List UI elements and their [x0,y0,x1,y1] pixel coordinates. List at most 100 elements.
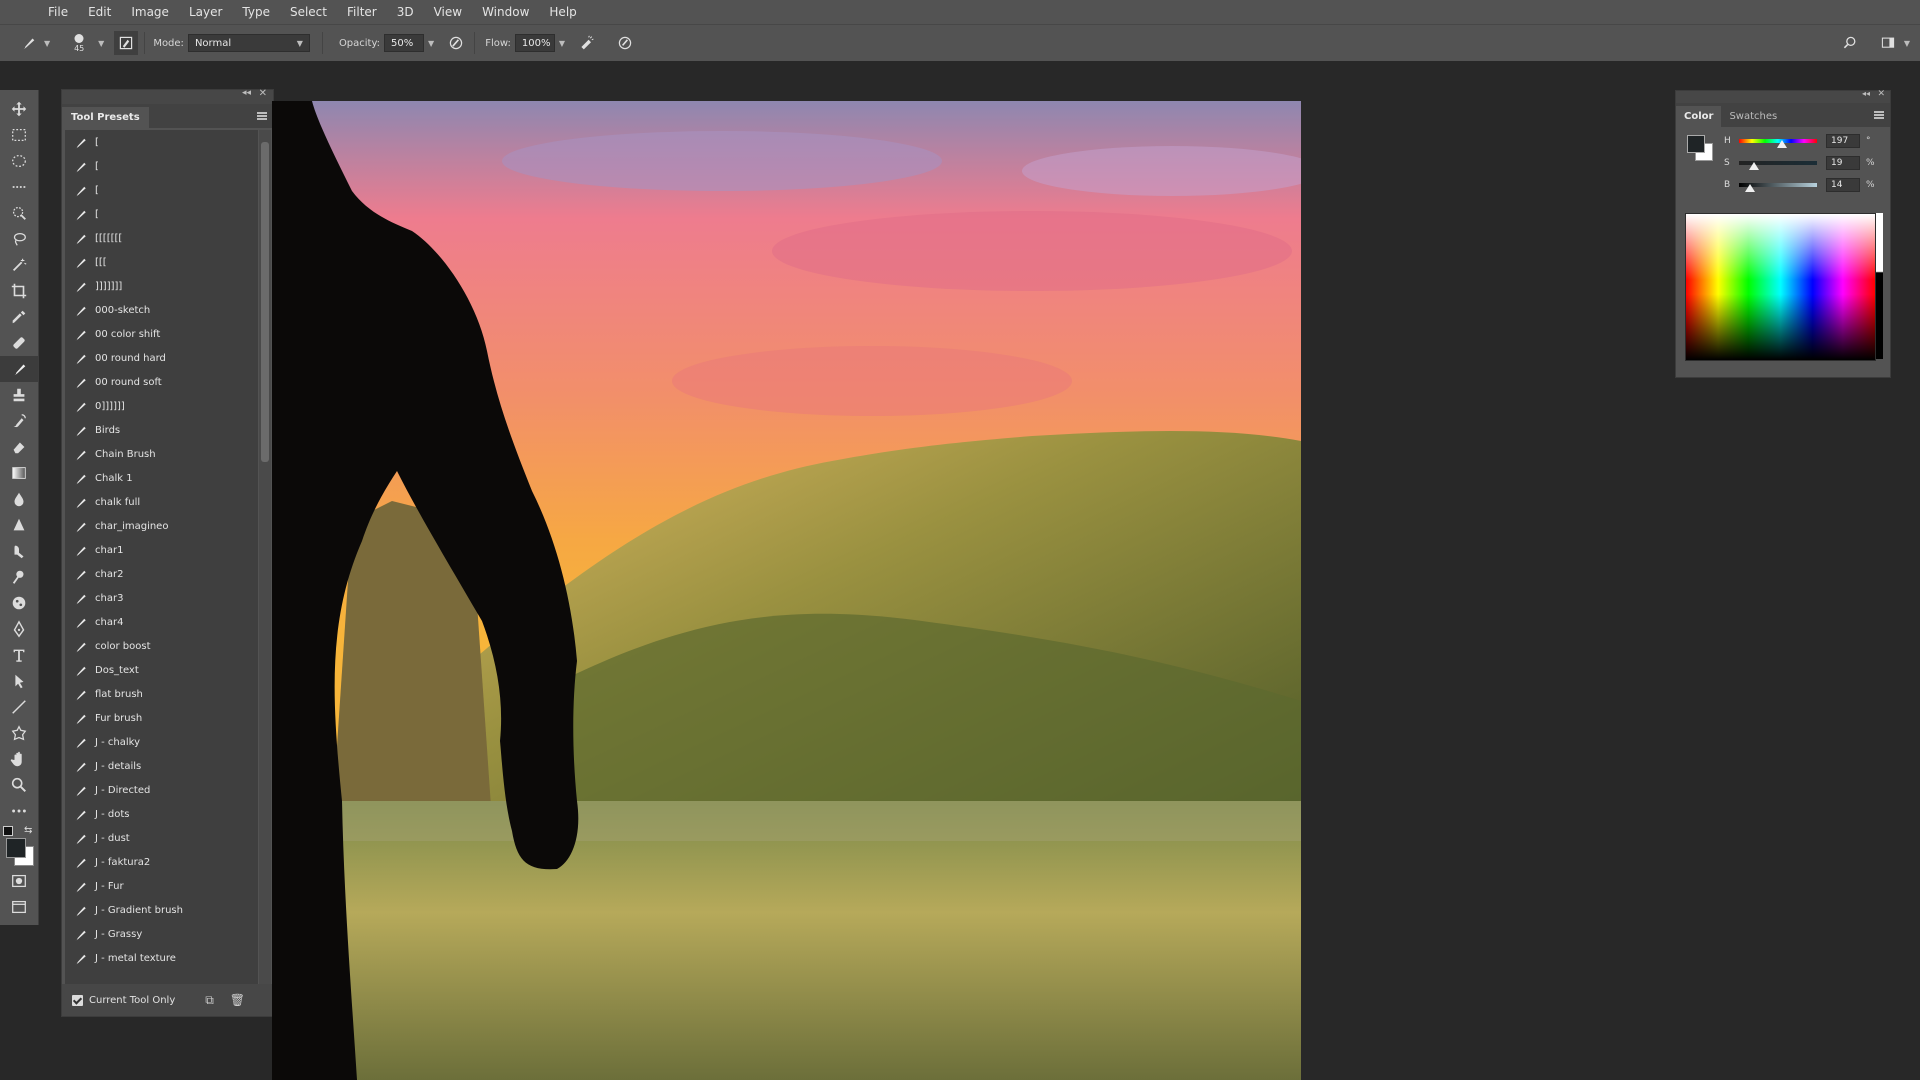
healing-brush-icon[interactable] [0,330,38,356]
list-item[interactable]: char1 [65,538,258,562]
list-item[interactable]: Fur brush [65,706,258,730]
list-item[interactable]: [[[ [65,250,258,274]
chevron-down-icon[interactable]: ▼ [44,39,50,48]
flow-dropdown-icon[interactable]: ▼ [559,39,565,48]
collapse-panel-icon[interactable]: ◂◂ [1862,89,1870,98]
close-icon[interactable]: ✕ [1877,89,1885,99]
menu-filter[interactable]: Filter [337,0,387,24]
list-item[interactable]: chalk full [65,490,258,514]
list-item[interactable]: [ [65,178,258,202]
panel-menu-icon[interactable] [257,112,267,120]
zoom-tool-icon[interactable] [0,772,38,798]
mode-select[interactable]: Normal ▼ [187,34,310,52]
eyedropper-icon[interactable] [0,304,38,330]
airbrush-icon[interactable] [575,31,599,55]
list-item[interactable]: ]]]]]]] [65,274,258,298]
gradient-tool-icon[interactable] [0,460,38,486]
chevron-down-icon[interactable]: ▼ [1904,39,1910,48]
opacity-dropdown-icon[interactable]: ▼ [428,39,434,48]
smudge-tool-icon[interactable] [0,538,38,564]
line-tool-icon[interactable] [0,694,38,720]
tab-tool-presets[interactable]: Tool Presets [62,107,149,128]
type-tool-icon[interactable] [0,642,38,668]
sharpen-tool-icon[interactable] [0,512,38,538]
list-item[interactable]: J - dust [65,826,258,850]
list-item[interactable]: Chalk 1 [65,466,258,490]
list-item[interactable]: char_imagineo [65,514,258,538]
collapse-panel-icon[interactable]: ◂◂ [242,88,251,98]
list-item[interactable]: char3 [65,586,258,610]
path-selection-icon[interactable] [0,668,38,694]
menu-select[interactable]: Select [280,0,337,24]
menu-window[interactable]: Window [472,0,539,24]
brush-settings-toggle[interactable] [114,31,139,55]
list-item[interactable]: char4 [65,610,258,634]
menu-image[interactable]: Image [121,0,179,24]
scrollbar-thumb[interactable] [261,142,269,462]
tab-color[interactable]: Color [1676,106,1722,127]
brightness-slider-knob[interactable] [1744,184,1755,192]
list-item[interactable]: color boost [65,634,258,658]
sponge-tool-icon[interactable] [0,590,38,616]
tab-swatches[interactable]: Swatches [1721,106,1785,127]
list-item[interactable]: [[[[[[[ [65,226,258,250]
list-item[interactable]: J - Directed [65,778,258,802]
list-item[interactable]: char2 [65,562,258,586]
menu-layer[interactable]: Layer [179,0,232,24]
eraser-icon[interactable] [0,434,38,460]
current-tool-only-checkbox[interactable] [72,994,83,1006]
saturation-slider-knob[interactable] [1748,162,1759,170]
default-colors-icon[interactable] [3,826,13,836]
workspace-icon[interactable] [1876,31,1900,55]
elliptical-marquee-icon[interactable] [0,148,38,174]
close-icon[interactable]: ✕ [259,88,267,99]
pressure-opacity-icon[interactable] [444,31,468,55]
preset-scrollbar[interactable] [259,130,271,984]
menu-3d[interactable]: 3D [387,0,424,24]
list-item[interactable]: 00 round soft [65,370,258,394]
document-canvas[interactable] [272,101,1301,1080]
magic-wand-icon[interactable] [0,252,38,278]
quick-mask-icon[interactable] [0,868,38,894]
marquee-tool-icon[interactable] [0,122,38,148]
lasso-tool-icon[interactable] [0,226,38,252]
search-icon[interactable] [1838,31,1862,55]
clone-stamp-icon[interactable] [0,382,38,408]
flow-field[interactable]: 100% [514,34,555,52]
blur-tool-icon[interactable] [0,486,38,512]
list-item[interactable]: flat brush [65,682,258,706]
list-item[interactable]: J - faktura2 [65,850,258,874]
brightness-field[interactable]: 14 [1826,178,1860,192]
opacity-field[interactable]: 50% [384,34,425,52]
list-item[interactable]: Birds [65,418,258,442]
quick-selection-icon[interactable] [0,200,38,226]
list-item[interactable]: 00 color shift [65,322,258,346]
spectrum-value-bar[interactable] [1876,213,1883,359]
list-item[interactable]: Chain Brush [65,442,258,466]
menu-edit[interactable]: Edit [78,0,121,24]
list-item[interactable]: J - dots [65,802,258,826]
swap-colors-icon[interactable]: ⇆ [24,825,32,836]
hand-tool-icon[interactable] [0,746,38,772]
trash-icon[interactable]: 🗑 [230,993,245,1007]
brush-tool-icon[interactable] [0,356,38,382]
custom-shape-icon[interactable] [0,720,38,746]
menu-file[interactable]: File [38,0,78,24]
menu-help[interactable]: Help [539,0,586,24]
move-tool-icon[interactable] [0,96,38,122]
pressure-size-icon[interactable] [613,31,637,55]
list-item[interactable]: Dos_text [65,658,258,682]
brush-tool-icon[interactable] [16,31,40,55]
hue-slider-knob[interactable] [1776,140,1787,148]
color-spectrum[interactable] [1685,213,1876,361]
hue-field[interactable]: 197 [1826,134,1860,148]
more-tools-icon[interactable] [0,798,38,824]
brush-preset-picker[interactable]: 45 [64,31,94,55]
list-item[interactable]: 00 round hard [65,346,258,370]
row-marquee-icon[interactable] [0,174,38,200]
list-item[interactable]: [ [65,154,258,178]
dodge-tool-icon[interactable] [0,564,38,590]
crop-tool-icon[interactable] [0,278,38,304]
foreground-color-swatch[interactable] [6,838,26,858]
list-item[interactable]: 0]]]]]] [65,394,258,418]
